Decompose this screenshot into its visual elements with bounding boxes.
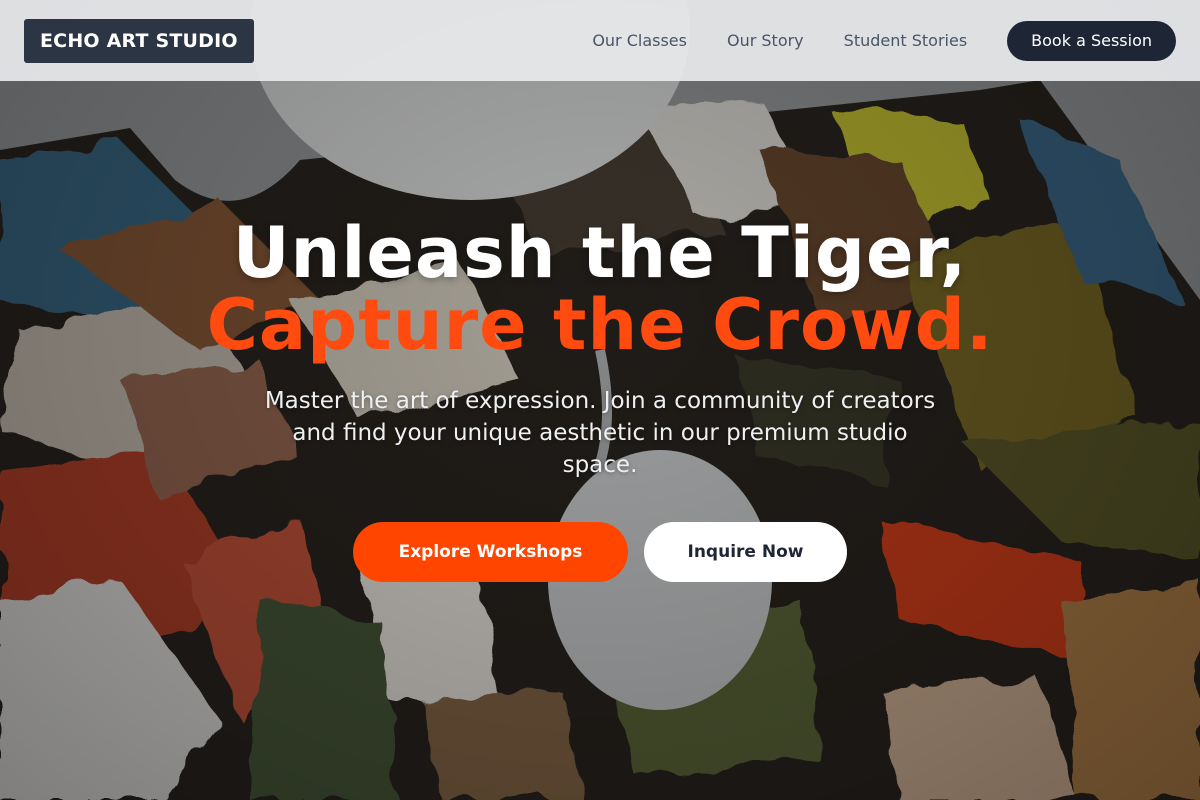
nav-link-our-classes[interactable]: Our Classes [592, 31, 687, 50]
nav-link-student-stories[interactable]: Student Stories [844, 31, 968, 50]
hero-section: Unleash the Tiger, Capture the Crowd. Ma… [0, 81, 1200, 800]
nav-link-our-story[interactable]: Our Story [727, 31, 804, 50]
brand-logo[interactable]: ECHO ART STUDIO [24, 18, 254, 63]
hero-headline-accent: Capture the Crowd. [206, 284, 994, 366]
book-session-button[interactable]: Book a Session [1007, 20, 1176, 61]
inquire-now-button[interactable]: Inquire Now [644, 522, 847, 582]
site-header: ECHO ART STUDIO Our Classes Our Story St… [0, 0, 1200, 81]
main-nav: Our Classes Our Story Student Stories Bo… [592, 20, 1176, 61]
explore-workshops-button[interactable]: Explore Workshops [353, 522, 628, 582]
hero-headline: Unleash the Tiger, [232, 212, 968, 294]
hero-subtext: Master the art of expression. Join a com… [264, 388, 936, 478]
hero-button-group: Explore Workshops Inquire Now [0, 522, 1200, 582]
